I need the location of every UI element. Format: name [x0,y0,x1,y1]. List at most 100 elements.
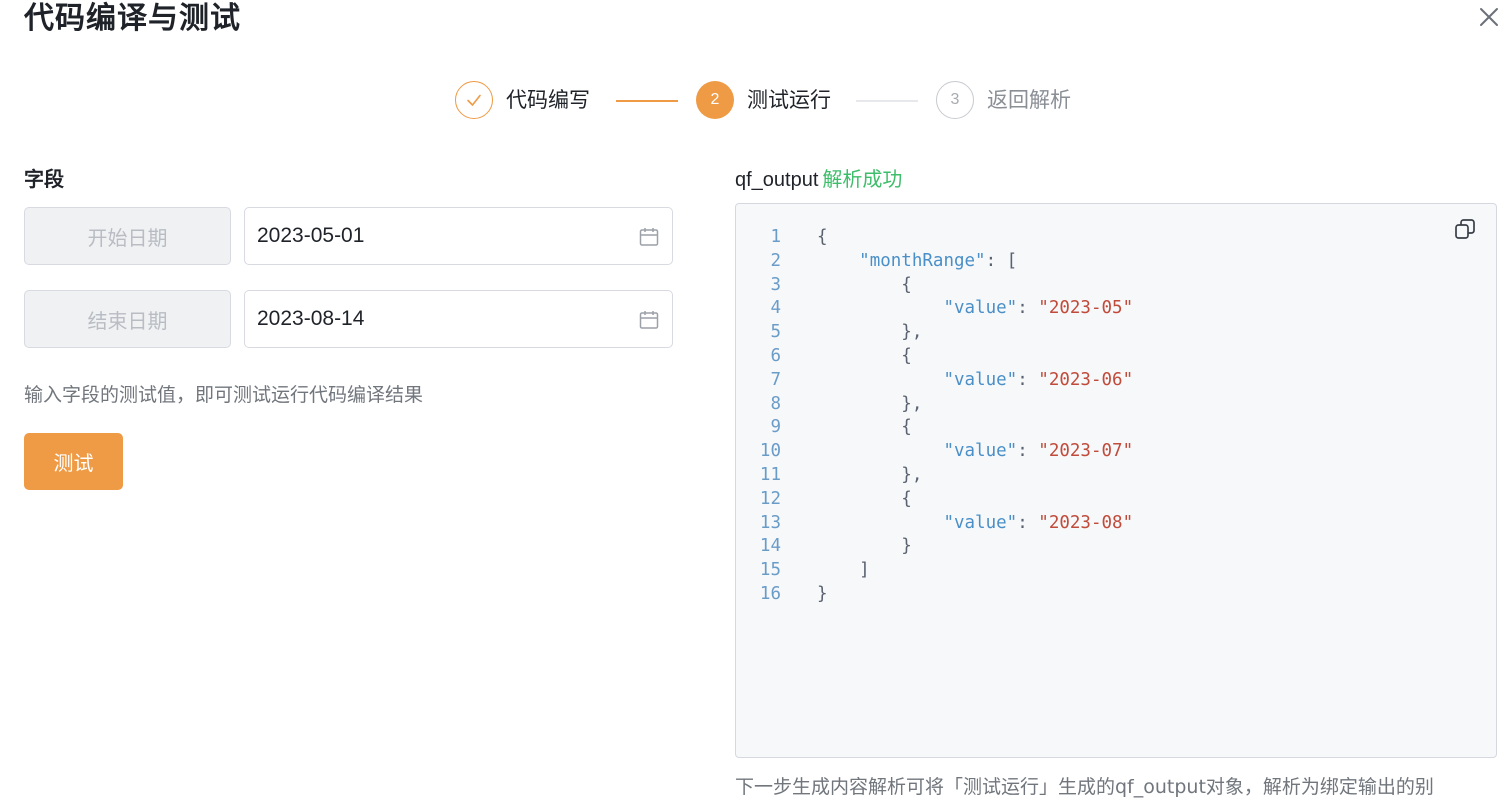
json-punctuation: } [817,583,828,604]
json-key: "value" [943,298,1018,319]
line-number: 1 [770,227,781,247]
code-line: 3 { [736,274,1133,298]
json-punctuation: { [901,345,912,366]
calendar-icon[interactable] [638,226,660,248]
json-punctuation: }, [901,393,923,414]
json-punctuation: { [901,488,912,509]
json-punctuation: : [1017,369,1039,390]
step-3-pending-circle: 3 [936,81,974,119]
output-name: qf_output [735,169,819,191]
code-line: 6 { [736,345,1133,369]
check-icon [467,94,481,106]
json-string: "2023-08" [1038,512,1134,533]
line-number: 8 [770,393,781,414]
json-string: "2023-07" [1038,441,1134,462]
code-viewer[interactable]: 1{2 "monthRange": [3 {4 "value": "2023-0… [735,203,1497,758]
step-2-label: 测试运行 [747,88,831,112]
start-date-value: 2023-05-01 [257,224,365,247]
json-punctuation: }, [901,464,923,485]
json-string: "2023-06" [1038,369,1134,390]
line-number: 5 [770,322,781,343]
line-number: 16 [759,583,781,604]
line-number: 2 [770,250,781,271]
field-row-start-date: 开始日期 2023-05-01 [24,207,673,265]
code-line: 1{ [736,226,1133,250]
code-line: 10 "value": "2023-07" [736,440,1133,464]
json-punctuation: ] [859,560,870,581]
json-punctuation: : [1017,441,1039,462]
end-date-input[interactable]: 2023-08-14 [244,290,673,348]
start-date-input[interactable]: 2023-05-01 [244,207,673,265]
line-number: 3 [770,274,781,295]
output-status: 解析成功 [822,167,903,191]
code-line: 11 }, [736,464,1133,488]
line-number: 6 [770,345,781,366]
json-punctuation: } [901,536,912,557]
code-line: 8 }, [736,393,1133,417]
step-connector-1 [616,100,678,102]
line-number: 15 [759,560,781,581]
step-connector-2 [856,100,918,102]
line-number: 14 [759,536,781,557]
step-1-label: 代码编写 [506,88,590,112]
json-punctuation: { [817,227,828,247]
line-number: 9 [770,417,781,438]
code-line: 7 "value": "2023-06" [736,369,1133,393]
code-content: 1{2 "monthRange": [3 {4 "value": "2023-0… [736,226,1133,607]
line-number: 4 [770,298,781,319]
copy-icon[interactable] [1453,217,1477,241]
code-line: 13 "value": "2023-08" [736,512,1133,536]
start-date-name: 开始日期 [24,207,231,265]
step-3-label: 返回解析 [987,88,1071,112]
code-line: 16} [736,583,1133,607]
code-line: 12 { [736,488,1133,512]
end-date-name: 结束日期 [24,290,231,348]
json-string: "2023-05" [1038,298,1134,319]
json-key: "value" [943,512,1018,533]
code-line: 5 }, [736,321,1133,345]
test-button[interactable]: 测试 [24,433,123,490]
close-icon[interactable] [1478,6,1500,28]
code-line: 15 ] [736,559,1133,583]
line-number: 7 [770,369,781,390]
step-1-done-circle [455,81,493,119]
line-number: 13 [759,512,781,533]
end-date-value: 2023-08-14 [257,307,365,330]
calendar-icon[interactable] [638,309,660,331]
step-2-active-circle: 2 [696,81,734,119]
line-number: 11 [759,464,781,485]
field-section-label: 字段 [24,167,64,191]
output-header: qf_output 解析成功 [735,163,902,192]
field-row-end-date: 结束日期 2023-08-14 [24,290,673,348]
code-line: 14 } [736,535,1133,559]
json-punctuation: : [1017,512,1039,533]
json-punctuation: }, [901,322,923,343]
code-line: 4 "value": "2023-05" [736,297,1133,321]
line-number: 12 [759,488,781,509]
test-hint-text: 输入字段的测试值，即可测试运行代码编译结果 [24,384,424,406]
code-line: 2 "monthRange": [ [736,250,1133,274]
json-punctuation: : [ [985,250,1018,271]
json-punctuation: { [901,417,912,438]
code-line: 9 { [736,416,1133,440]
dialog-title: 代码编译与测试 [24,1,241,36]
json-punctuation: : [1017,298,1039,319]
json-punctuation: { [901,274,912,295]
json-key: "value" [943,369,1018,390]
json-key: "monthRange" [859,250,986,271]
json-key: "value" [943,441,1018,462]
